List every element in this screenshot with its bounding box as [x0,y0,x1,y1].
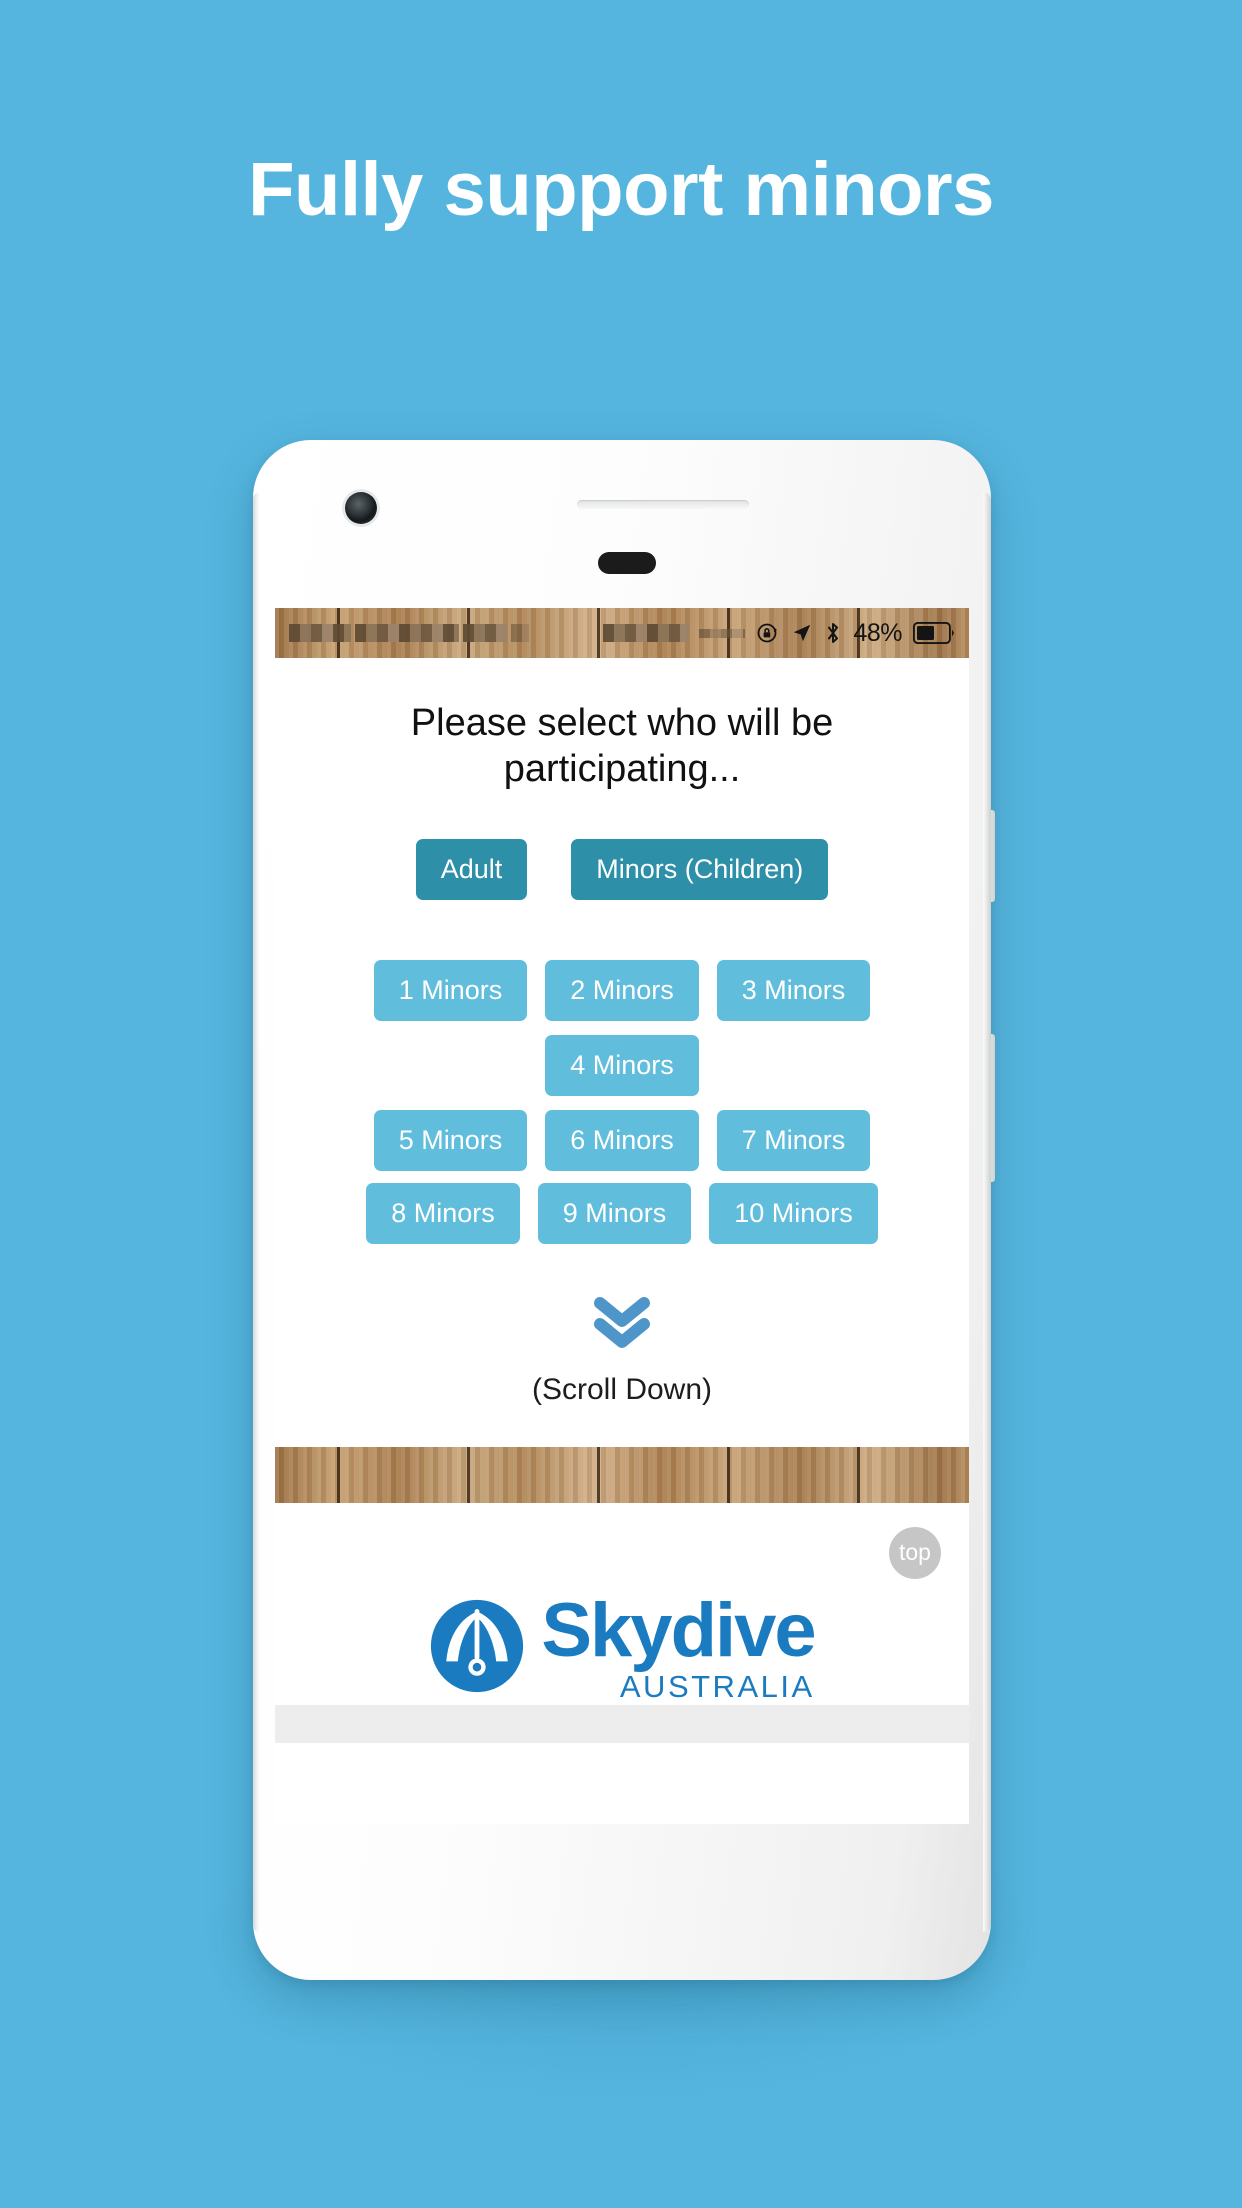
minor-count-button-1[interactable]: 1 Minors [373,959,528,1021]
phone-screen: 48% Please select who will be participat… [275,608,969,1824]
back-to-top-button[interactable]: top [889,1526,941,1579]
scroll-hint[interactable]: (Scroll Down) [275,1296,969,1407]
status-bar-right: 48% [699,608,969,658]
page-footer: top Skydive AUSTRALIA [275,1502,969,1743]
logo-subtitle: AUSTRALIA [619,1668,815,1704]
screen-bottom-strip [275,1704,969,1743]
minor-count-button-9[interactable]: 9 Minors [537,1182,692,1244]
minor-count-row-2: 4 Minors [275,1034,969,1096]
minor-count-button-2[interactable]: 2 Minors [545,959,699,1021]
redacted-status-text [511,624,529,642]
skydive-australia-logo: Skydive AUSTRALIA [275,1587,969,1704]
status-bar-left [275,608,689,658]
adult-button[interactable]: Adult [415,838,528,900]
scroll-hint-label: (Scroll Down) [531,1372,713,1406]
redacted-status-text [603,624,689,642]
minor-count-button-10[interactable]: 10 Minors [709,1182,878,1244]
double-chevron-down-icon [275,1296,969,1357]
proximity-sensor [598,552,656,574]
logo-text-block: Skydive AUSTRALIA [541,1587,816,1704]
minor-count-row-1: 1 Minors 2 Minors 3 Minors [275,959,969,1021]
location-arrow-icon [791,622,813,644]
minor-count-button-3[interactable]: 3 Minors [716,959,871,1021]
speaker-grille [577,500,749,509]
redacted-status-text [463,624,507,642]
page-content: Please select who will be participating.… [275,658,969,1743]
participant-type-row: Adult Minors (Children) [275,838,969,900]
minor-count-button-5[interactable]: 5 Minors [373,1109,528,1171]
minors-children-button[interactable]: Minors (Children) [571,838,829,900]
minor-count-button-7[interactable]: 7 Minors [716,1109,871,1171]
battery-percent-label: 48% [853,618,902,647]
page-title: Fully support minors [248,147,994,232]
camera-icon [345,492,377,524]
participant-prompt: Please select who will be participating.… [410,702,834,791]
logo-wordmark: Skydive [541,1587,816,1673]
redacted-status-text [289,624,351,642]
minor-count-row-3: 5 Minors 6 Minors 7 Minors [275,1109,969,1171]
minor-count-row-4: 8 Minors 9 Minors 10 Minors [275,1182,969,1244]
volume-button[interactable] [985,1034,995,1182]
minor-count-button-4[interactable]: 4 Minors [545,1034,699,1096]
battery-icon [913,622,955,644]
phone-device: 48% Please select who will be participat… [253,440,995,1980]
wood-divider [275,1446,969,1503]
rotation-lock-icon [756,621,780,645]
power-button[interactable] [985,810,995,902]
bluetooth-icon [824,621,842,645]
skydive-parachute-icon [429,1598,525,1699]
status-bar: 48% [275,608,969,658]
minor-count-button-6[interactable]: 6 Minors [545,1109,699,1171]
minor-count-button-8[interactable]: 8 Minors [366,1182,520,1244]
redacted-status-text [355,624,459,642]
redacted-status-text [699,628,746,638]
